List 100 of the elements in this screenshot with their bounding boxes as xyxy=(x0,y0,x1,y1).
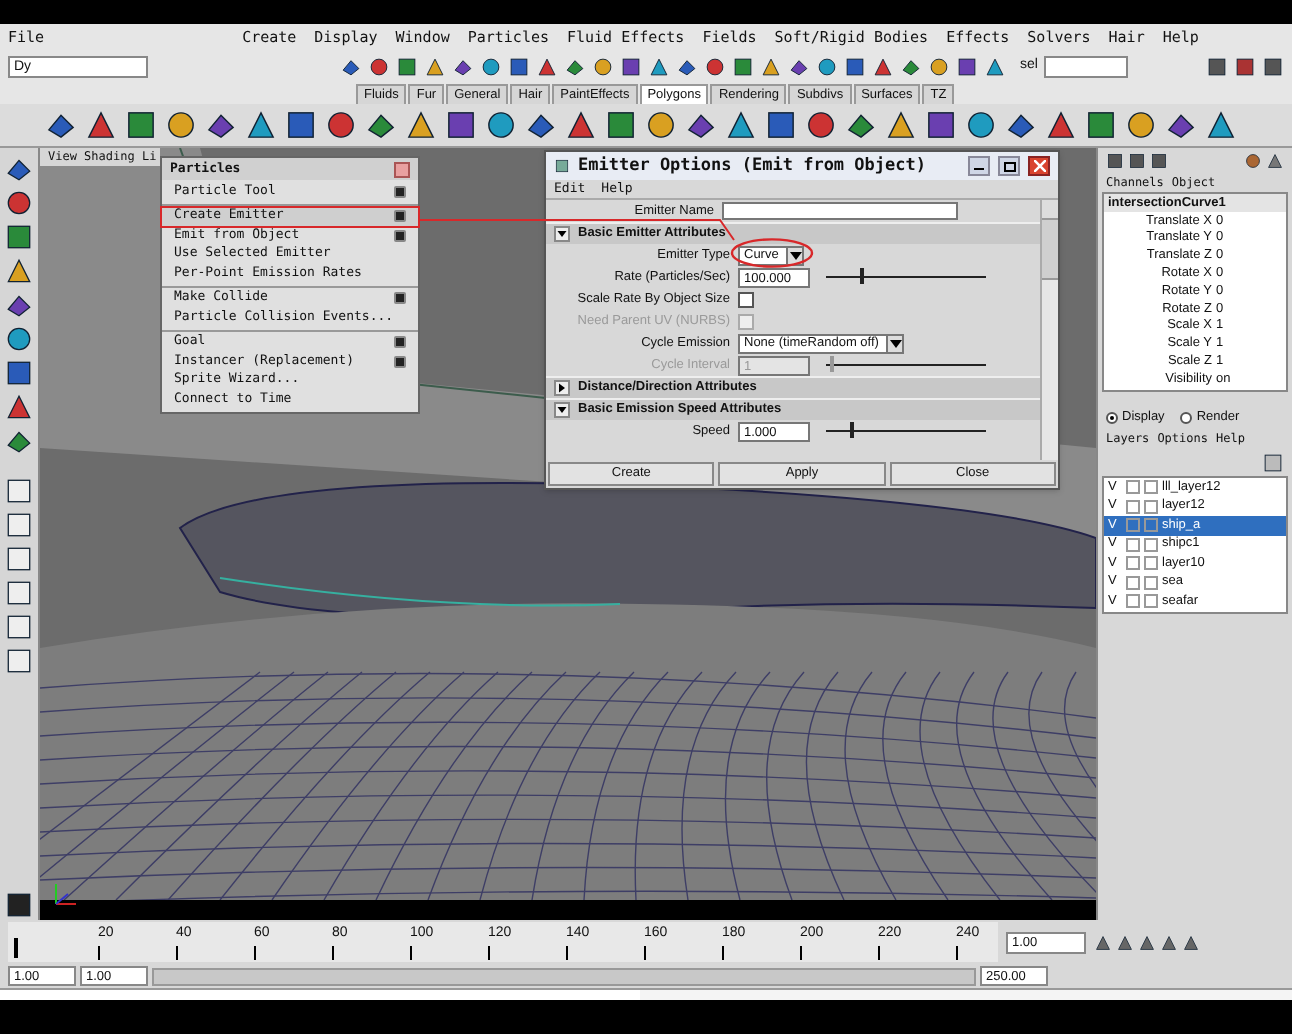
tool-icon[interactable] xyxy=(924,108,958,142)
tool-icon[interactable] xyxy=(4,154,34,184)
tool-icon[interactable] xyxy=(760,55,782,77)
tool-icon[interactable] xyxy=(676,55,698,77)
logo-icon[interactable] xyxy=(4,890,34,920)
tool-icon[interactable] xyxy=(620,55,642,77)
tool-icon[interactable] xyxy=(1084,108,1118,142)
tool-icon[interactable] xyxy=(4,188,34,218)
tool-icon[interactable] xyxy=(4,256,34,286)
tool-icon[interactable] xyxy=(844,55,866,77)
layout-icon[interactable] xyxy=(4,476,34,506)
tool-icon[interactable] xyxy=(788,55,810,77)
tool-icon[interactable] xyxy=(424,55,446,77)
tool-icon[interactable] xyxy=(324,108,358,142)
tool-icon[interactable] xyxy=(244,108,278,142)
selection-field[interactable] xyxy=(1043,55,1128,77)
tool-icon[interactable] xyxy=(164,108,198,142)
layer-swatch[interactable] xyxy=(1144,499,1158,514)
command-line-field[interactable] xyxy=(0,990,640,1000)
layer-swatch[interactable] xyxy=(1144,556,1158,571)
radio-button[interactable] xyxy=(1180,412,1193,424)
tool-icon[interactable] xyxy=(704,55,726,77)
tool-icon[interactable] xyxy=(804,108,838,142)
layer-swatch[interactable] xyxy=(1126,537,1140,552)
maximize-button[interactable] xyxy=(998,156,1020,176)
tool-icon[interactable] xyxy=(1206,55,1228,77)
option-box-icon[interactable] xyxy=(394,292,406,305)
tool-icon[interactable] xyxy=(4,324,34,354)
tool-icon[interactable] xyxy=(124,108,158,142)
tool-icon[interactable] xyxy=(484,108,518,142)
tool-icon[interactable] xyxy=(1204,108,1238,142)
tool-icon[interactable] xyxy=(444,108,478,142)
tool-icon[interactable] xyxy=(508,55,530,77)
layer-swatch[interactable] xyxy=(1144,594,1158,609)
layer-swatch[interactable] xyxy=(1144,480,1158,495)
tool-icon[interactable] xyxy=(724,108,758,142)
tool-icon[interactable] xyxy=(4,290,34,320)
emitter-name-field[interactable] xyxy=(722,202,958,220)
close-button[interactable] xyxy=(1028,156,1050,176)
tool-icon[interactable] xyxy=(368,55,390,77)
tool-icon[interactable] xyxy=(4,222,34,252)
tool-icon[interactable] xyxy=(396,55,418,77)
tool-icon[interactable] xyxy=(536,55,558,77)
option-box-icon[interactable] xyxy=(394,229,406,242)
tool-icon[interactable] xyxy=(644,108,678,142)
tool-icon[interactable] xyxy=(604,108,638,142)
current-time-marker[interactable] xyxy=(14,938,18,958)
tool-icon[interactable] xyxy=(1234,55,1256,77)
layer-swatch[interactable] xyxy=(1144,575,1158,590)
layer-swatch[interactable] xyxy=(1126,499,1140,514)
layout-icon[interactable] xyxy=(4,544,34,574)
slider-thumb[interactable] xyxy=(860,268,865,284)
layout-icon[interactable] xyxy=(4,646,34,676)
layout-icon[interactable] xyxy=(4,612,34,642)
layer-swatch[interactable] xyxy=(1144,518,1158,533)
tool-icon[interactable] xyxy=(884,108,918,142)
tool-icon[interactable] xyxy=(4,392,34,422)
layout-icon[interactable] xyxy=(4,578,34,608)
tool-icon[interactable] xyxy=(1044,108,1078,142)
layout-icon[interactable] xyxy=(4,510,34,540)
radio-button[interactable] xyxy=(1106,412,1118,424)
option-box-icon[interactable] xyxy=(394,210,406,223)
layer-swatch[interactable] xyxy=(1126,556,1140,571)
minimize-button[interactable] xyxy=(968,156,990,176)
layer-swatch[interactable] xyxy=(1126,594,1140,609)
tool-icon[interactable] xyxy=(1262,55,1284,77)
option-box-icon[interactable] xyxy=(394,336,406,349)
tool-icon[interactable] xyxy=(648,55,670,77)
tool-icon[interactable] xyxy=(816,55,838,77)
tool-icon[interactable] xyxy=(480,55,502,77)
option-box-icon[interactable] xyxy=(394,355,406,368)
tool-icon[interactable] xyxy=(452,55,474,77)
layer-swatch[interactable] xyxy=(1144,537,1158,552)
tool-icon[interactable] xyxy=(764,108,798,142)
tool-icon[interactable] xyxy=(872,55,894,77)
tool-icon[interactable] xyxy=(4,358,34,388)
scrollbar[interactable] xyxy=(1040,200,1058,460)
tool-icon[interactable] xyxy=(284,108,318,142)
tool-icon[interactable] xyxy=(900,55,922,77)
tool-icon[interactable] xyxy=(984,55,1006,77)
option-box-icon[interactable] xyxy=(394,185,406,198)
tool-icon[interactable] xyxy=(928,55,950,77)
tool-icon[interactable] xyxy=(404,108,438,142)
tool-icon[interactable] xyxy=(956,55,978,77)
checkbox[interactable] xyxy=(738,291,754,307)
tool-icon[interactable] xyxy=(1124,108,1158,142)
tool-icon[interactable] xyxy=(592,55,614,77)
tool-icon[interactable] xyxy=(340,55,362,77)
slider-thumb[interactable] xyxy=(849,422,854,438)
tool-icon[interactable] xyxy=(564,108,598,142)
layer-swatch[interactable] xyxy=(1126,575,1140,590)
layer-swatch[interactable] xyxy=(1126,480,1140,495)
tool-icon[interactable] xyxy=(564,55,586,77)
tool-icon[interactable] xyxy=(964,108,998,142)
tool-icon[interactable] xyxy=(4,426,34,456)
layer-swatch[interactable] xyxy=(1126,518,1140,533)
tool-icon[interactable] xyxy=(84,108,118,142)
window-icon[interactable] xyxy=(554,158,570,174)
tool-icon[interactable] xyxy=(732,55,754,77)
layer-icon[interactable] xyxy=(1262,451,1284,473)
